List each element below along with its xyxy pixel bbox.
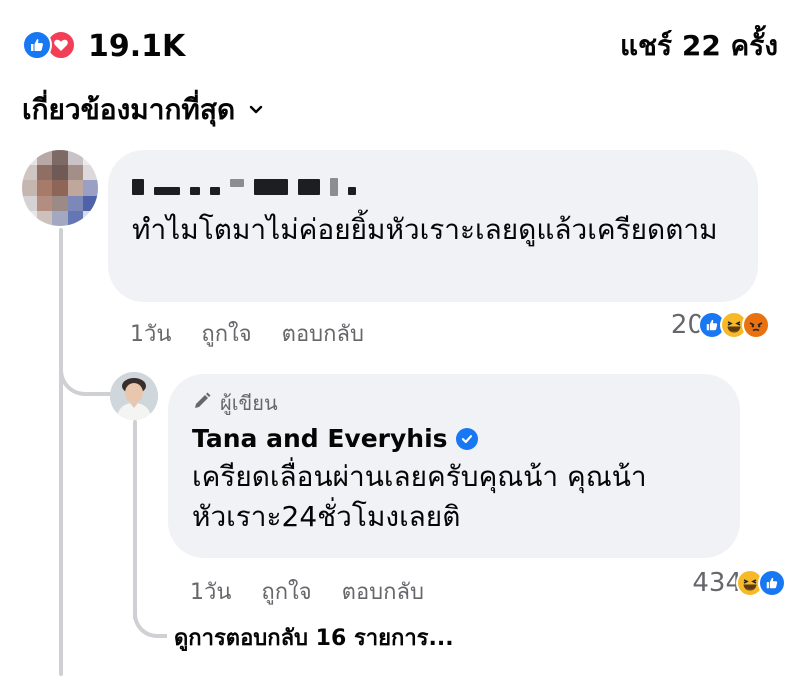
redaction-block [132,179,144,195]
reply-author[interactable]: Tana and Everyhis [192,424,716,453]
reaction-count: 19.1K [88,28,186,64]
reply-button[interactable]: ตอบกลับ [282,316,364,351]
reply-thread-connector [133,600,167,638]
redaction-block [298,179,320,195]
comment-timestamp[interactable]: 1วัน [130,316,171,351]
reply-reaction-count: 434 [692,568,742,598]
comment-reactions[interactable]: 20 [671,310,770,340]
redaction-block [210,187,220,195]
author-avatar-image [110,372,158,420]
reply-reactions[interactable]: 434 [692,568,786,598]
like-button[interactable]: ถูกใจ [201,316,251,351]
verified-badge-icon [455,427,478,450]
like-icon [758,569,786,597]
comment-text: ทำไมโตมาไม่ค่อยยิ้มหัวเราะเลยดูแล้วเครีย… [132,213,718,246]
redaction-block [254,179,288,195]
reply-thread-line [133,420,137,620]
redaction-block [330,178,338,196]
avatar[interactable] [22,150,98,226]
commenter-name-redacted[interactable] [132,170,734,204]
reply-actions: 1วัน ถูกใจ ตอบกลับ [190,574,424,609]
reaction-summary[interactable]: 19.1K [22,26,185,66]
thread-line [59,228,63,676]
thread-connector [59,360,115,396]
pixelated-avatar-image [22,150,98,226]
like-button[interactable]: ถูกใจ [261,574,311,609]
redaction-block [348,187,356,195]
reply-author-name: Tana and Everyhis [192,424,448,453]
avatar[interactable] [110,372,158,420]
redaction-block [230,179,244,187]
redaction-block [154,187,180,195]
reply-text: เครียดเลื่อนผ่านเลยครับคุณน้า คุณน้าหัวเ… [192,460,647,533]
comment-actions: 1วัน ถูกใจ ตอบกลับ [130,316,364,351]
angry-icon [742,311,770,339]
share-count[interactable]: แชร์ 22 ครั้ง [620,24,778,68]
author-badge: ผู้เขียน [192,388,716,418]
comment-sort-dropdown[interactable]: เกี่ยวข้องมากที่สุด [22,88,265,132]
reply-button[interactable]: ตอบกลับ [342,574,424,609]
chevron-down-icon [247,101,265,119]
like-icon [22,30,52,60]
pen-icon [192,391,212,416]
reaction-icons [22,26,80,66]
reply-bubble: ผู้เขียน Tana and Everyhis เครียดเลื่อนผ… [168,374,740,558]
redaction-block [190,187,200,195]
sort-label: เกี่ยวข้องมากที่สุด [22,93,236,126]
post-stats-bar: 19.1K แชร์ 22 ครั้ง [22,22,778,70]
view-more-replies-link[interactable]: ดูการตอบกลับ 16 รายการ... [174,620,454,655]
comment-bubble: ทำไมโตมาไม่ค่อยยิ้มหัวเราะเลยดูแล้วเครีย… [108,150,758,302]
reply-timestamp[interactable]: 1วัน [190,574,231,609]
author-badge-label: ผู้เขียน [220,391,278,415]
